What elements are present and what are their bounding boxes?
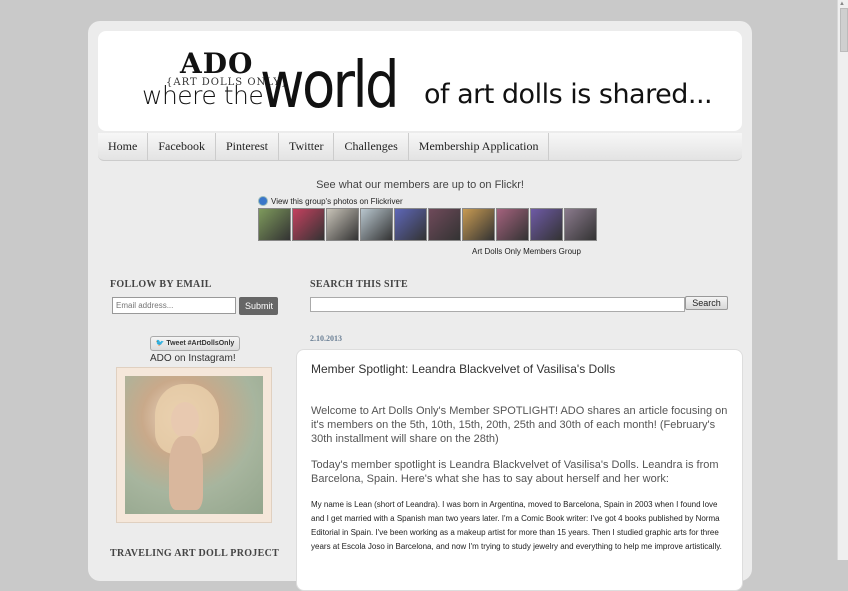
flickr-thumb[interactable] [564,208,597,241]
nav-home[interactable]: Home [98,133,149,160]
flickriver-icon [258,196,268,206]
email-input[interactable] [112,297,236,314]
post-spotlight-paragraph: Today's member spotlight is Leandra Blac… [311,459,719,485]
flickr-title: See what our members are up to on Flickr… [316,179,524,191]
flickriver-link-text[interactable]: View this group's photos on Flickriver [271,197,403,206]
scroll-up-arrow-icon[interactable]: ▲ [839,0,845,8]
flickr-group-text[interactable]: Art Dolls Only Members Group [472,247,581,256]
nav-membership-application[interactable]: Membership Application [409,133,550,160]
doll-face [171,402,199,438]
flickr-thumb[interactable] [394,208,427,241]
scroll-thumb[interactable] [840,8,848,52]
page-container: ADO {ART DOLLS ONLY} where the world of … [88,21,752,591]
tweet-button-label: Tweet #ArtDollsOnly [166,340,235,347]
instagram-image-frame[interactable] [116,367,272,523]
page-scrollbar[interactable]: ▲ [837,0,848,560]
nav-twitter[interactable]: Twitter [279,133,335,160]
nav-pinterest[interactable]: Pinterest [216,133,279,160]
submit-button[interactable]: Submit [239,297,278,315]
main-nav: Home Facebook Pinterest Twitter Challeng… [98,133,742,161]
blog-post: Member Spotlight: Leandra Blackvelvet of… [296,349,743,591]
post-date: 2.10.2013 [310,334,342,343]
flickr-group-link[interactable]: Art Dolls Only Members Group [472,247,581,256]
logo-ado: ADO [180,47,254,80]
flickr-thumb[interactable] [258,208,291,241]
nav-facebook[interactable]: Facebook [148,133,216,160]
search-button[interactable]: Search [685,296,728,310]
nav-challenges[interactable]: Challenges [334,133,409,160]
twitter-bird-icon: 🐦 [155,340,165,347]
post-intro-paragraph: Welcome to Art Dolls Only's Member SPOTL… [311,405,728,445]
traveling-art-doll-heading: TRAVELING ART DOLL PROJECT [110,548,280,559]
post-title[interactable]: Member Spotlight: Leandra Blackvelvet of… [311,362,615,376]
header-banner[interactable]: ADO {ART DOLLS ONLY} where the world of … [98,31,742,131]
tweet-button[interactable]: 🐦 Tweet #ArtDollsOnly [150,336,240,351]
post-bio-paragraph: My name is Lean (short of Leandra). I wa… [311,500,722,551]
tagline-rest: of art dolls is shared... [424,79,713,110]
flickr-thumb[interactable] [326,208,359,241]
instagram-doll-photo [125,376,263,514]
follow-by-email-heading: FOLLOW BY EMAIL [110,279,212,290]
search-input[interactable] [310,297,685,312]
tagline-where-the: where the [142,81,264,110]
flickriver-link[interactable]: View this group's photos on Flickriver [258,196,403,206]
flickr-thumb[interactable] [428,208,461,241]
flickr-thumb[interactable] [530,208,563,241]
flickr-thumb[interactable] [462,208,495,241]
search-heading: SEARCH THIS SITE [310,279,408,290]
flickr-thumb[interactable] [292,208,325,241]
flickr-thumb[interactable] [360,208,393,241]
tagline-world: world [260,49,400,123]
flickr-thumbnails [258,208,597,241]
instagram-label: ADO on Instagram! [150,353,236,364]
flickr-thumb[interactable] [496,208,529,241]
doll-body [169,436,203,510]
